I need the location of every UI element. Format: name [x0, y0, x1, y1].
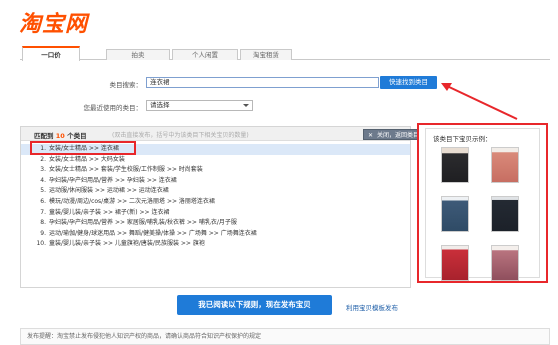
- result-item-index: 3.: [40, 166, 46, 174]
- close-results-label: 关闭，返回类目: [377, 132, 420, 139]
- sample-items-panel: 该类目下宝贝示例：: [417, 123, 548, 283]
- result-item-index: 7.: [40, 208, 46, 216]
- result-item-index: 10.: [36, 240, 46, 248]
- result-item-index: 4.: [40, 176, 46, 184]
- results-count-number: 10: [55, 132, 65, 140]
- result-item[interactable]: 4. 孕妇装/孕产妇用品/营养 >> 孕妇装 >> 连衣裙: [21, 176, 410, 187]
- close-icon: ✕: [368, 132, 374, 139]
- result-item-path: 孕妇装/孕产妇用品/营养 >> 家居服/哺乳装/秋衣裤 >> 哺乳衣/月子服: [49, 219, 237, 227]
- result-item[interactable]: 2. 女装/女士精品 >> 大码女装: [21, 155, 410, 166]
- result-item[interactable]: 9. 运动/瑜伽/健身/球迷用品 >> 舞蹈/健美操/体操 >> 广场舞 >> 广…: [21, 229, 410, 240]
- result-item-path: 模玩/动漫/周边/cos/桌游 >> 二次元洛丽塔 >> 洛丽塔连衣裙: [49, 197, 215, 205]
- result-item-index: 9.: [40, 229, 46, 237]
- annotation-highlight-first-result: [30, 141, 136, 155]
- category-search-label: 类目搜索：: [109, 81, 143, 89]
- result-item-path: 童装/婴儿装/亲子装 >> 儿童旗袍/唐装/民族服装 >> 旗袍: [49, 240, 205, 248]
- results-list: 1. 女装/女士精品 >> 连衣裙 2. 女装/女士精品 >> 大码女装 3. 女装/女士…: [21, 144, 410, 250]
- find-category-button[interactable]: 快速找到类目: [380, 76, 437, 89]
- results-found-suffix: 个类目: [67, 132, 87, 140]
- result-item[interactable]: 6. 模玩/动漫/周边/cos/桌游 >> 二次元洛丽塔 >> 洛丽塔连衣裙: [21, 197, 410, 208]
- result-item-path: 童装/婴儿装/亲子装 >> 裙子(新) >> 连衣裙: [49, 208, 170, 216]
- result-item[interactable]: 5. 运动服/休闲服装 >> 运动裙 >> 运动连衣裙: [21, 186, 410, 197]
- sample-items-title: 该类目下宝贝示例：: [433, 135, 492, 143]
- result-item-path: 运动服/休闲服装 >> 运动裙 >> 运动连衣裙: [49, 187, 169, 195]
- results-hint: (双击直接发布，括号中为该类目下相关宝贝的数量): [112, 132, 249, 139]
- result-item-path: 女装/女士精品 >> 套装/学生校服/工作制服 >> 时尚套装: [49, 166, 203, 174]
- template-publish-link[interactable]: 利用宝贝模板发布: [346, 302, 398, 312]
- publish-reminder: 发布提醒：淘宝禁止发布侵犯他人知识产权的商品，请确认商品符合知识产权保护的规定: [20, 328, 550, 345]
- recent-category-select[interactable]: 请选择: [146, 100, 253, 111]
- listing-type-tabs: 一口价 拍卖 个人闲置 淘宝租赁: [20, 46, 550, 61]
- publish-item-button[interactable]: 我已阅读以下规则，现在发布宝贝: [177, 295, 332, 315]
- result-item-path: 孕妇装/孕产妇用品/营养 >> 孕妇装 >> 连衣裙: [49, 176, 177, 184]
- result-item[interactable]: 8. 孕妇装/孕产妇用品/营养 >> 家居服/哺乳装/秋衣裤 >> 哺乳衣/月子服: [21, 218, 410, 229]
- tab-auction[interactable]: 拍卖: [106, 49, 170, 60]
- tab-personal-idle[interactable]: 个人闲置: [172, 49, 238, 60]
- results-count: 匹配到 10 个类目: [34, 130, 87, 140]
- result-item-path: 女装/女士精品 >> 大码女装: [49, 155, 125, 163]
- category-search-input[interactable]: 连衣裙: [146, 77, 379, 88]
- results-found-prefix: 匹配到: [34, 132, 54, 140]
- chevron-down-icon: [243, 104, 249, 107]
- result-item-index: 2.: [40, 155, 46, 163]
- taobao-logo[interactable]: 淘宝网: [19, 6, 88, 38]
- recent-category-label: 您最近使用的类目：: [83, 104, 143, 112]
- result-item-index: 6.: [40, 197, 46, 205]
- results-header: 匹配到 10 个类目 (双击直接发布，括号中为该类目下相关宝贝的数量) ✕ 关闭，…: [21, 127, 427, 141]
- result-item-path: 运动/瑜伽/健身/球迷用品 >> 舞蹈/健美操/体操 >> 广场舞 >> 广场舞…: [49, 229, 257, 237]
- sample-dress-image-2[interactable]: [491, 147, 519, 183]
- sample-dress-image-1[interactable]: [441, 147, 469, 183]
- sample-dress-image-5[interactable]: [441, 245, 469, 281]
- recent-category-value: 请选择: [150, 101, 170, 109]
- result-item-index: 5.: [40, 187, 46, 195]
- result-item-index: 8.: [40, 219, 46, 227]
- result-item[interactable]: 3. 女装/女士精品 >> 套装/学生校服/工作制服 >> 时尚套装: [21, 165, 410, 176]
- tab-rental[interactable]: 淘宝租赁: [240, 49, 292, 60]
- sample-dress-image-3[interactable]: [441, 196, 469, 232]
- tab-fixed-price[interactable]: 一口价: [22, 46, 80, 61]
- sample-dress-image-4[interactable]: [491, 196, 519, 232]
- result-item[interactable]: 7. 童装/婴儿装/亲子装 >> 裙子(新) >> 连衣裙: [21, 208, 410, 219]
- sample-dress-image-6[interactable]: [491, 245, 519, 281]
- result-item[interactable]: 10. 童装/婴儿装/亲子装 >> 儿童旗袍/唐装/民族服装 >> 旗袍: [21, 239, 410, 250]
